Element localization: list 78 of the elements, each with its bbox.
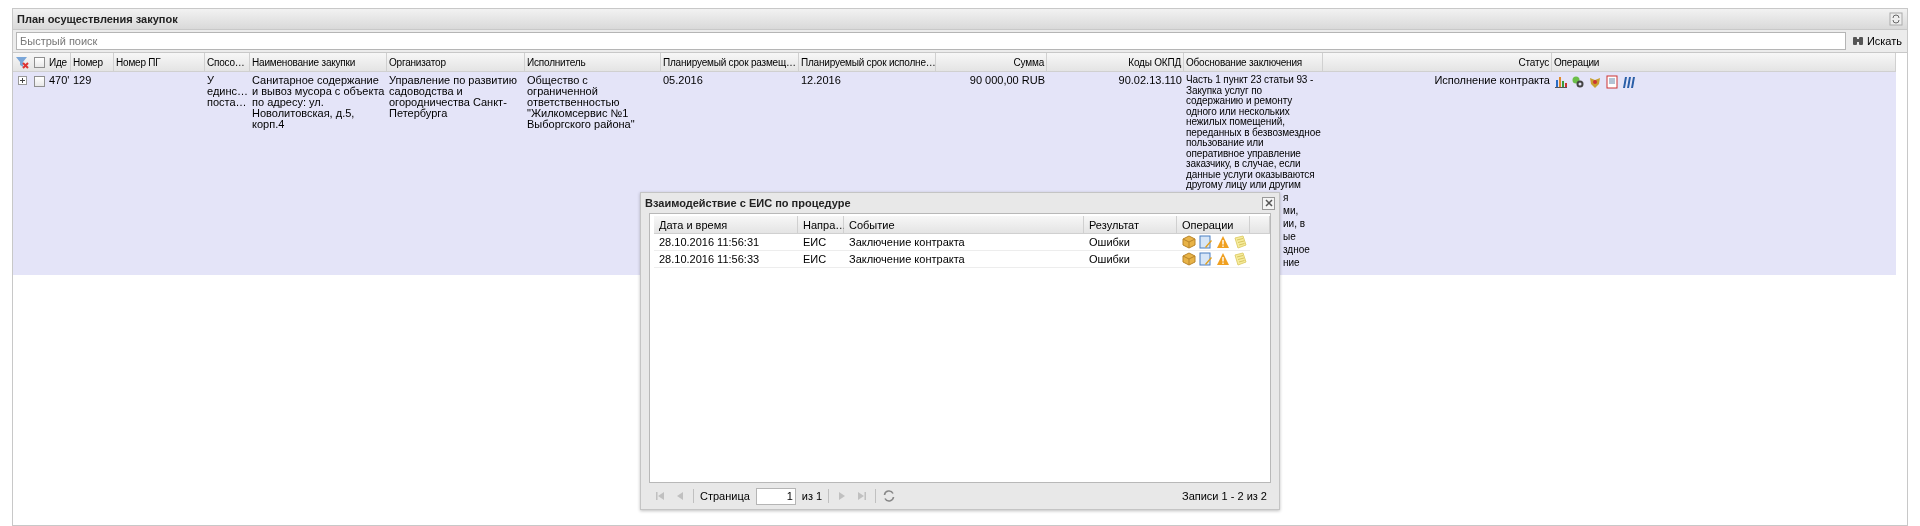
refresh-icon[interactable] [882, 489, 897, 503]
package-icon[interactable] [1182, 252, 1196, 266]
gears-icon[interactable] [1571, 75, 1585, 89]
binders-icon[interactable] [1622, 75, 1636, 89]
table-cell: 28.10.2016 11:56:33 [659, 253, 760, 265]
table-cell: 470' [49, 75, 69, 86]
table-cell-text: 90 000,00 RUB [968, 75, 1045, 86]
table-cell-text: 129 [73, 75, 93, 86]
table-cell-text: 90.02.13.110 [1117, 75, 1182, 86]
edit-document-icon[interactable] [1199, 252, 1213, 266]
package-icon[interactable] [1182, 235, 1196, 249]
binoculars-icon [1851, 35, 1864, 47]
column-header[interactable]: Номер ПГ [114, 53, 205, 72]
grid-row[interactable]: 28.10.2016 11:56:33 ЕИС Заключение контракта Ошибки [654, 251, 1250, 268]
column-header[interactable]: Операции [1177, 216, 1250, 234]
column-header[interactable]: Напра… [798, 216, 844, 234]
table-cell: Ошибки [1089, 253, 1130, 265]
table-cell: Ошибки [1089, 236, 1130, 248]
table-cell: я [1283, 190, 1289, 204]
table-cell: Заключение контракта [849, 253, 965, 265]
close-icon [1264, 199, 1273, 207]
notes-icon[interactable] [1233, 235, 1247, 249]
column-header[interactable]: Планируемый срок размещ… [661, 53, 799, 72]
table-cell: ЕИС [803, 236, 827, 248]
table-cell-text: Общество с ограниченной ответственностью "Жилкомсервис №1 Выборгского района" [527, 75, 636, 130]
panel-title: План осуществления закупок [17, 13, 178, 25]
page-count: из 1 [801, 490, 823, 502]
filter-clear-icon[interactable] [15, 55, 29, 69]
table-cell-text: Исполнение контракта [1433, 75, 1550, 86]
page-label: Страница [700, 490, 750, 502]
expand-icon[interactable] [17, 76, 27, 85]
column-header[interactable]: Планируемый срок исполне… [799, 53, 936, 72]
column-header[interactable]: Статус [1323, 53, 1552, 72]
edit-document-icon[interactable] [1199, 235, 1213, 249]
search-button[interactable]: Искать [1849, 35, 1904, 47]
table-cell: здное [1283, 242, 1310, 256]
column-header[interactable]: Коды ОКПД [1047, 53, 1184, 72]
column-header[interactable]: Результат [1084, 216, 1177, 234]
bar-chart-icon[interactable] [1554, 75, 1568, 89]
row-checkbox[interactable] [33, 76, 45, 87]
select-all-checkbox[interactable] [33, 56, 45, 68]
column-header[interactable]: Операции [1552, 53, 1896, 72]
notes-icon[interactable] [1233, 252, 1247, 266]
column-header[interactable]: Событие [844, 216, 1084, 234]
dialog-title: Взаимодействие с ЕИС по процедуре [645, 197, 851, 209]
table-cell: ЕИС [803, 253, 827, 265]
records-summary: Записи 1 - 2 из 2 [1182, 490, 1267, 502]
emblem-icon[interactable] [1588, 75, 1602, 89]
table-cell: ние [1283, 255, 1300, 269]
table-cell: Санитарное содержание и вывоз мусора с объекта по адресу: ул. Новолитовская, д.5, корп.4 [252, 75, 385, 130]
column-header[interactable]: Обоснование заключения [1184, 53, 1323, 72]
column-header[interactable]: Дата и время [654, 216, 798, 234]
first-page-icon [653, 489, 667, 503]
column-header[interactable]: Иде [47, 53, 71, 72]
table-cell-text: 12.2016 [801, 75, 842, 86]
header-filler [1250, 216, 1270, 234]
table-cell: Заключение контракта [849, 236, 965, 248]
table-cell: 28.10.2016 11:56:31 [659, 236, 760, 248]
refresh-icon[interactable] [1889, 12, 1903, 26]
page-number-field[interactable]: 1 [755, 487, 796, 505]
column-header[interactable]: Организатор [387, 53, 525, 72]
document-icon[interactable] [1605, 75, 1619, 89]
column-header[interactable]: Исполнитель [525, 53, 661, 72]
warning-icon[interactable] [1216, 252, 1230, 266]
table-cell-text: Управление по развитию садоводства и огородничества Санкт-Петербурга [389, 75, 518, 119]
table-cell: ии, в [1283, 216, 1306, 230]
warning-icon[interactable] [1216, 235, 1230, 249]
table-cell: ми, [1283, 203, 1299, 217]
column-header[interactable]: Наименование закупки [250, 53, 387, 72]
column-header[interactable]: Спосо… [205, 53, 250, 72]
close-button[interactable] [1262, 196, 1275, 210]
table-cell-text: 05.2016 [663, 75, 704, 86]
grid-row[interactable]: 28.10.2016 11:56:31 ЕИС Заключение контракта Ошибки [654, 234, 1250, 251]
column-header[interactable]: Сумма [936, 53, 1047, 72]
table-cell: У единс… поста… [207, 75, 248, 108]
column-header[interactable]: Номер [71, 53, 114, 72]
quick-search-field[interactable]: Быстрый поиск [16, 32, 1846, 50]
table-cell: ые [1283, 229, 1296, 243]
